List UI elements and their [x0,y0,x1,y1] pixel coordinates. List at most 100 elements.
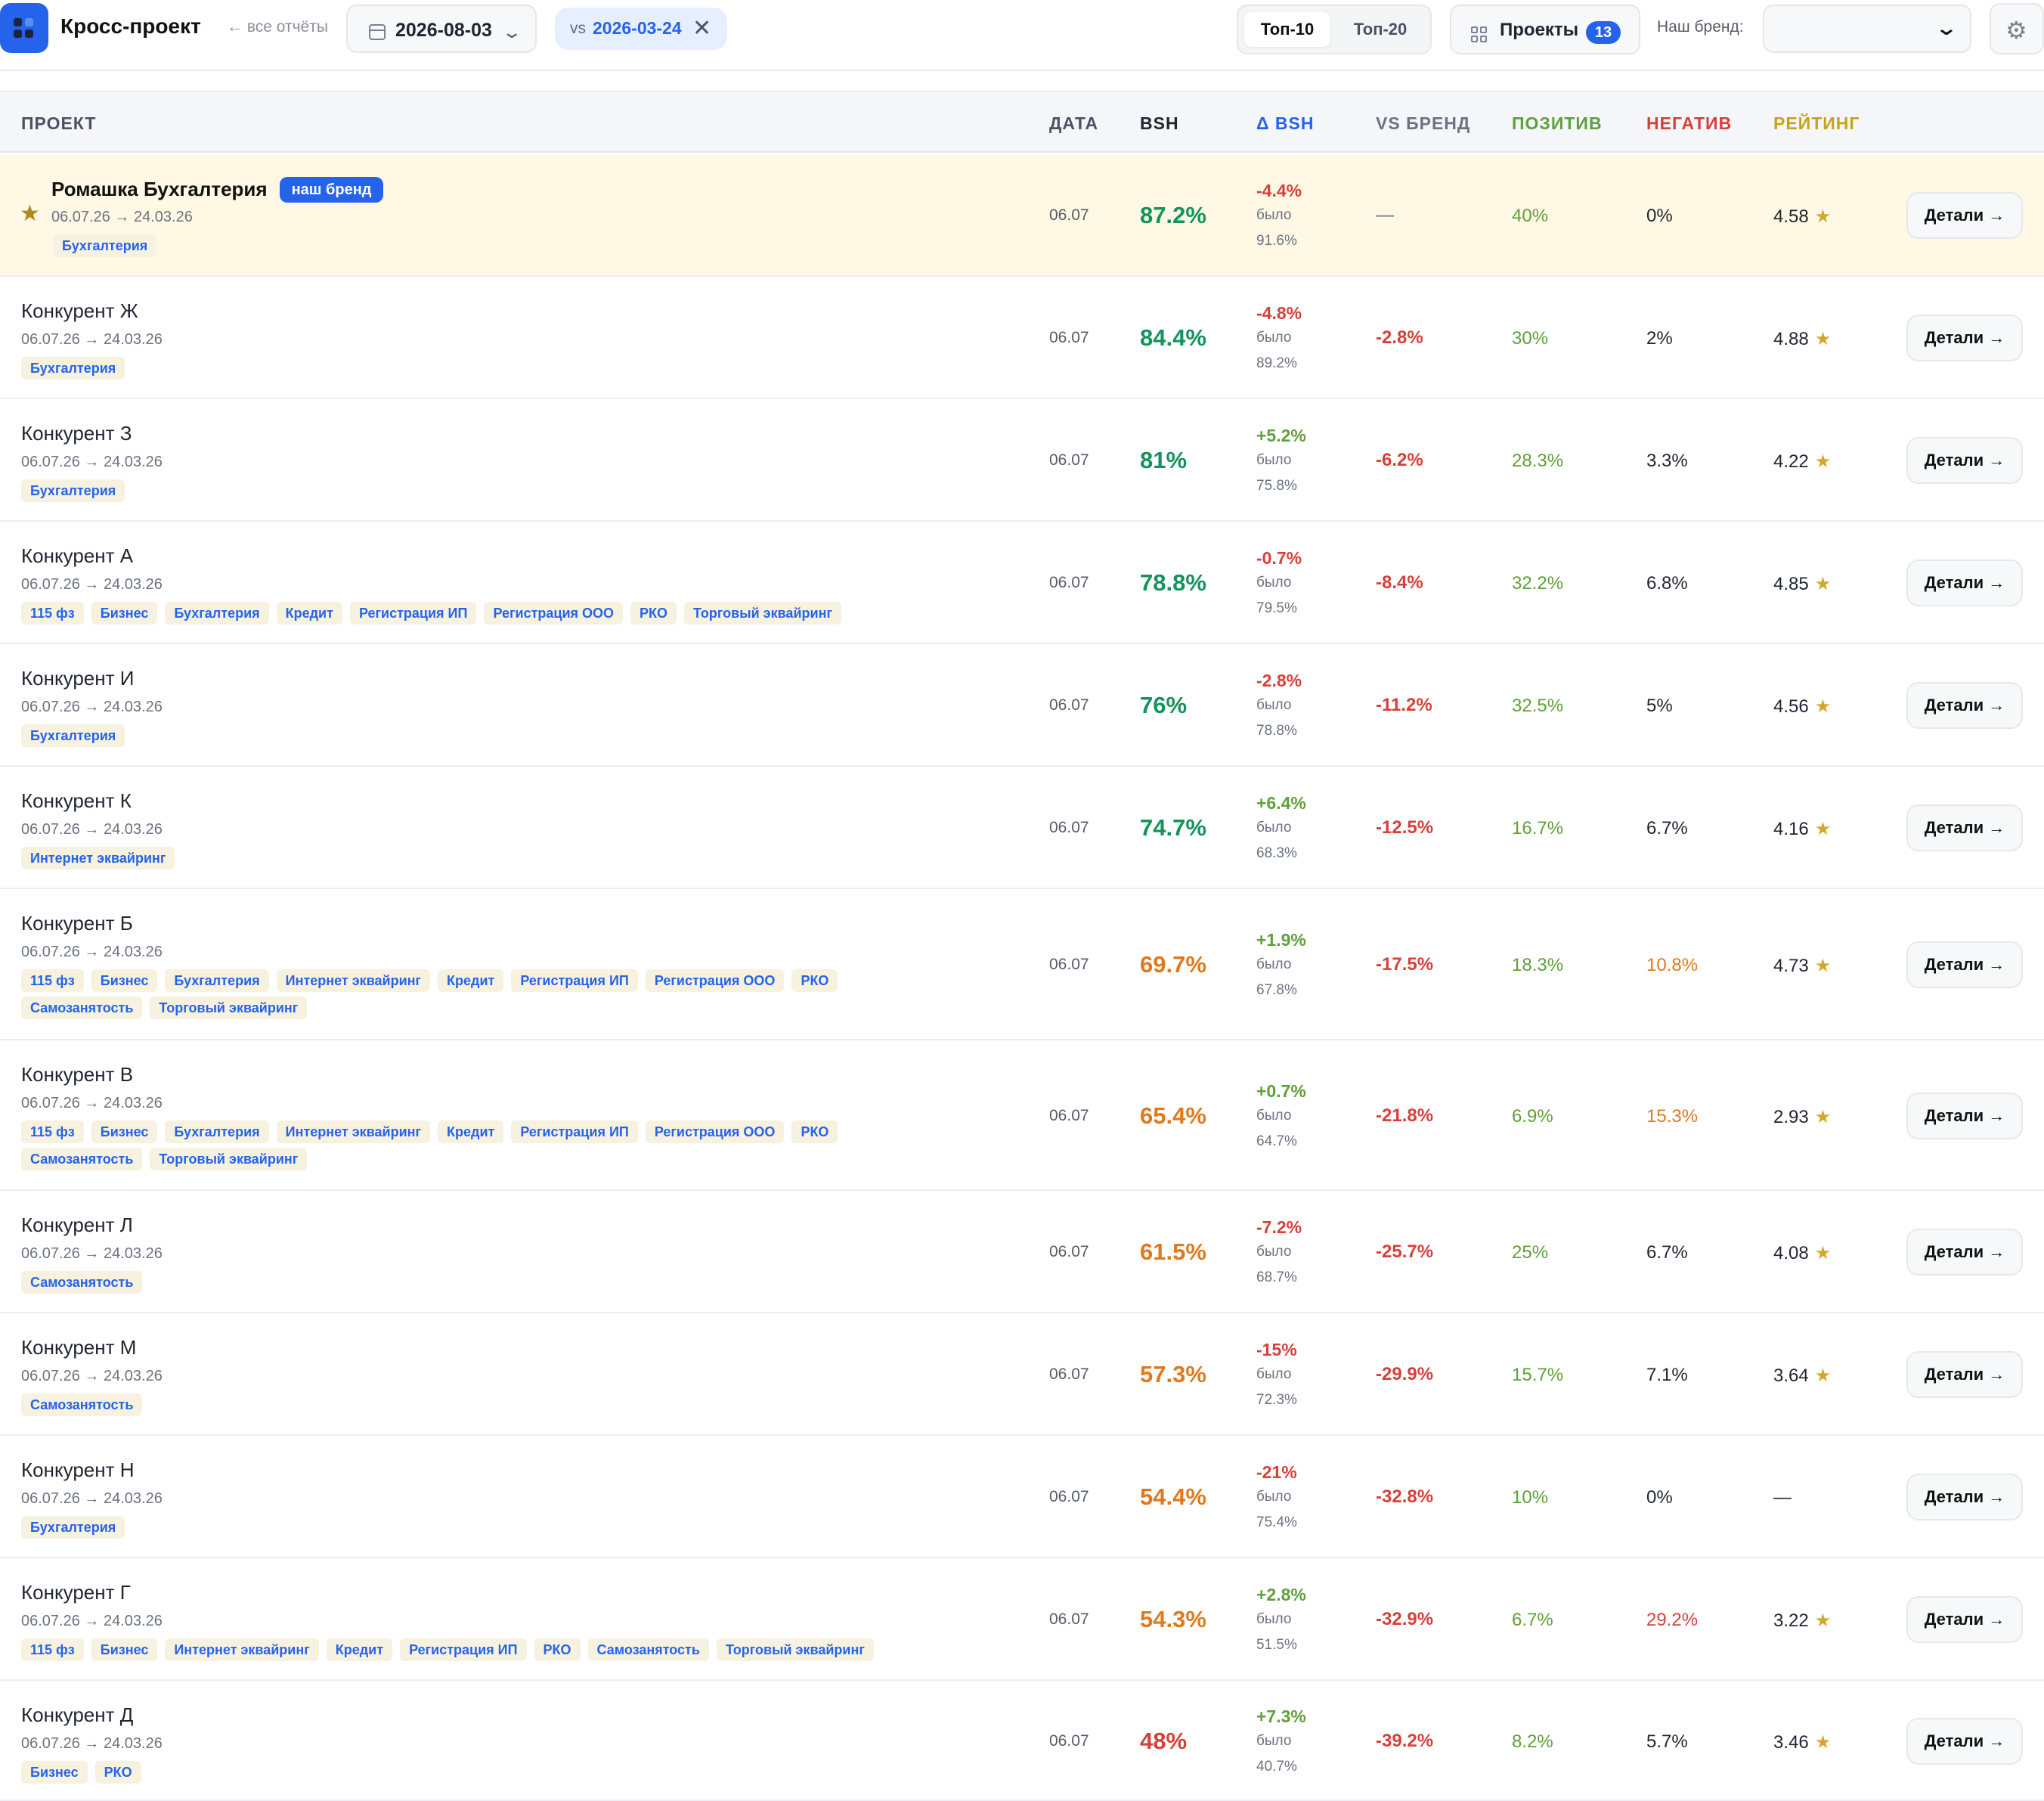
col-delta-bsh[interactable]: Δ BSH [1256,113,1314,134]
project-tag[interactable]: РКО [791,1121,838,1143]
col-negative[interactable]: НЕГАТИВ [1646,113,1732,134]
project-name[interactable]: Конкурент Н [21,1458,135,1482]
project-tag[interactable]: Кредит [276,602,342,625]
project-tag[interactable]: Регистрация ИП [349,602,477,625]
details-button[interactable]: Детали → [1906,560,2023,606]
chevron-down-icon: ⌄ [1934,17,1959,39]
project-tag[interactable]: Бухгалтерия [165,1121,269,1143]
project-tag[interactable]: Бухгалтерия [21,1516,125,1539]
col-positive[interactable]: ПОЗИТИВ [1512,113,1603,134]
project-tag[interactable]: Кредит [326,1638,393,1661]
project-tag[interactable]: РКО [791,969,838,992]
delta-was-label: было [1256,956,1292,972]
negative-share: 3.3% [1646,451,1688,471]
col-bsh[interactable]: BSH [1140,113,1179,134]
project-tag[interactable]: Бизнес [91,1638,158,1661]
col-rating[interactable]: РЕЙТИНГ [1773,113,1860,134]
project-tag[interactable]: Регистрация ИП [511,969,638,992]
top10-option[interactable]: Топ-10 [1244,12,1330,47]
project-tag[interactable]: Кредит [438,969,504,992]
project-tag[interactable]: Самозанятость [21,1148,143,1170]
project-tag[interactable]: 115 фз [21,969,84,992]
back-to-reports-link[interactable]: ← все отчёты [227,18,328,36]
project-tag[interactable]: Бизнес [21,1761,88,1784]
negative-share: 6.8% [1646,573,1688,594]
project-name[interactable]: Конкурент Л [21,1214,133,1237]
details-button[interactable]: Детали → [1906,1093,2023,1139]
project-tag[interactable]: РКО [94,1761,141,1784]
project-tag[interactable]: Регистрация ИП [511,1121,638,1143]
col-vs-brand[interactable]: VS БРЕНД [1376,113,1470,134]
top20-option[interactable]: Топ-20 [1333,12,1427,47]
details-button[interactable]: Детали → [1906,437,2023,484]
project-tag[interactable]: Самозанятость [21,1271,143,1294]
project-tag[interactable]: Бизнес [91,602,158,625]
project-name[interactable]: Конкурент К [21,789,132,813]
project-name[interactable]: Конкурент Г [21,1581,131,1604]
project-tag[interactable]: Торговый эквайринг [150,997,308,1019]
project-tag[interactable]: РКО [630,602,677,625]
rating-number: — [1773,1487,1792,1508]
details-button[interactable]: Детали → [1906,1474,2023,1520]
project-tag[interactable]: Торговый эквайринг [684,602,841,625]
compare-prefix: vs [570,20,586,37]
project-tag[interactable]: Регистрация ИП [400,1638,527,1661]
projects-button[interactable]: Проекты 13 [1450,5,1640,54]
project-tag[interactable]: Интернет эквайринг [276,969,431,992]
project-tag[interactable]: Бизнес [91,1121,158,1143]
project-tag[interactable]: Торговый эквайринг [150,1148,308,1170]
project-name[interactable]: Конкурент А [21,544,133,568]
details-button[interactable]: Детали → [1906,682,2023,729]
project-tag[interactable]: Бизнес [91,969,158,992]
project-tag[interactable]: Бухгалтерия [165,602,269,625]
project-tag[interactable]: Бухгалтерия [21,479,125,502]
project-tag[interactable]: Самозанятость [21,1393,143,1416]
brand-select[interactable]: ⌄ [1763,5,1971,53]
project-tag[interactable]: 115 фз [21,602,84,625]
details-button[interactable]: Детали → [1906,804,2023,851]
details-button[interactable]: Детали → [1906,1718,2023,1765]
project-tag[interactable]: Бухгалтерия [21,357,125,380]
report-date-picker[interactable]: 2026-08-03 ⌄ [346,5,537,53]
project-name[interactable]: Конкурент Ж [21,299,138,323]
project-tag[interactable]: Торговый эквайринг [716,1638,874,1661]
project-tag[interactable]: Интернет эквайринг [21,847,175,870]
project-tag[interactable]: Бухгалтерия [53,234,157,257]
details-button[interactable]: Детали → [1906,941,2023,988]
project-name[interactable]: Конкурент В [21,1063,133,1086]
settings-button[interactable]: ⚙ [1990,3,2044,54]
project-date-range: 06.07.26 → 24.03.26 [21,944,163,960]
project-tag[interactable]: Интернет эквайринг [165,1638,319,1661]
app-logo-icon[interactable] [0,3,48,53]
vs-brand-value: -39.2% [1376,1731,1434,1751]
favorite-star-icon[interactable]: ★ [20,200,40,227]
project-tag[interactable]: 115 фз [21,1121,84,1143]
project-tag[interactable]: Бухгалтерия [21,724,125,747]
project-tag[interactable]: Интернет эквайринг [276,1121,431,1143]
project-name[interactable]: Ромашка Бухгалтерия наш бренд [51,177,384,203]
delta-bsh-value: -2.8% [1256,671,1302,690]
project-tag[interactable]: Бухгалтерия [165,969,269,992]
project-name[interactable]: Конкурент Б [21,912,133,935]
project-name[interactable]: Конкурент М [21,1336,136,1359]
project-name[interactable]: Конкурент Д [21,1703,133,1727]
project-tag[interactable]: Самозанятость [587,1638,709,1661]
project-name[interactable]: Конкурент И [21,667,134,690]
project-tag[interactable]: Регистрация ООО [645,969,785,992]
details-button[interactable]: Детали → [1906,192,2023,239]
details-button[interactable]: Детали → [1906,1596,2023,1643]
project-tag[interactable]: Кредит [438,1121,504,1143]
details-button[interactable]: Детали → [1906,1229,2023,1276]
project-name[interactable]: Конкурент З [21,422,132,445]
details-button[interactable]: Детали → [1906,1351,2023,1398]
project-tag[interactable]: Регистрация ООО [484,602,624,625]
table-row: Конкурент Д 06.07.26 → 24.03.26 Бизнес РКО 0… [0,1681,2044,1801]
col-project[interactable]: ПРОЕКТ [21,113,96,134]
project-tag[interactable]: РКО [534,1638,581,1661]
details-button[interactable]: Детали → [1906,315,2023,361]
close-icon[interactable]: ✕ [692,15,711,42]
project-tag[interactable]: Самозанятость [21,997,143,1019]
project-tag[interactable]: Регистрация ООО [645,1121,785,1143]
project-tag[interactable]: 115 фз [21,1638,84,1661]
col-date[interactable]: ДАТА [1049,113,1098,134]
